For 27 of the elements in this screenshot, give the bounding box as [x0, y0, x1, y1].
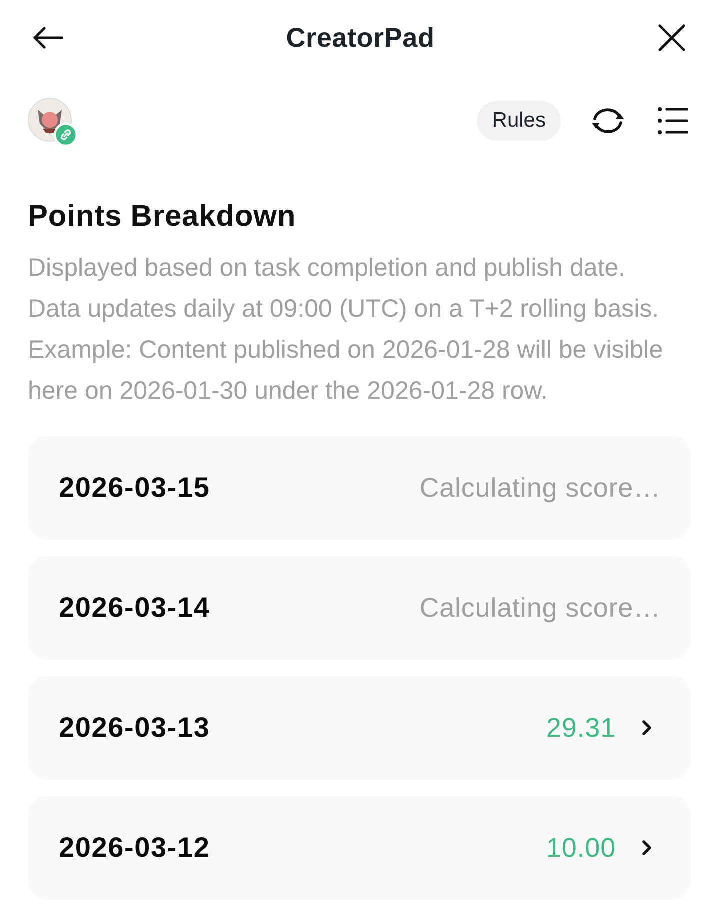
- date-label: 2026-03-15: [59, 472, 212, 504]
- menu-button[interactable]: [658, 107, 688, 135]
- date-label: 2026-03-13: [59, 712, 212, 744]
- rules-button[interactable]: Rules: [477, 101, 561, 141]
- close-button[interactable]: [656, 22, 688, 54]
- link-badge-icon: [54, 123, 78, 147]
- date-label: 2026-03-12: [59, 832, 212, 864]
- refresh-button[interactable]: [590, 106, 626, 136]
- back-arrow-icon: [33, 27, 63, 49]
- chevron-icon: [642, 840, 652, 856]
- date-row[interactable]: 2026-03-12 10.00: [28, 796, 691, 900]
- page-title: CreatorPad: [286, 22, 435, 54]
- section-title: Points Breakdown: [28, 199, 298, 235]
- back-button[interactable]: [31, 25, 65, 51]
- description-text: Example: Content published on 2026-01-28 will be visible here on 2026-01-30 under the 2026-01-28 row.: [28, 335, 664, 407]
- close-icon: [658, 24, 686, 52]
- score-value: Calculating score…: [420, 472, 661, 504]
- score-value: 29.31: [546, 712, 616, 744]
- description-text: Displayed based on task completion and publish date.: [28, 253, 627, 284]
- date-row[interactable]: 2026-03-13 29.31: [28, 676, 691, 780]
- description-text: Data updates daily at 09:00 (UTC) on a T+2 rolling basis.: [28, 294, 660, 325]
- date-label: 2026-03-14: [59, 592, 212, 624]
- score-value: Calculating score…: [420, 592, 661, 624]
- list-menu-icon: [658, 107, 688, 135]
- refresh-icon: [590, 106, 626, 136]
- chevron-icon: [642, 720, 652, 736]
- score-value: 10.00: [546, 832, 616, 864]
